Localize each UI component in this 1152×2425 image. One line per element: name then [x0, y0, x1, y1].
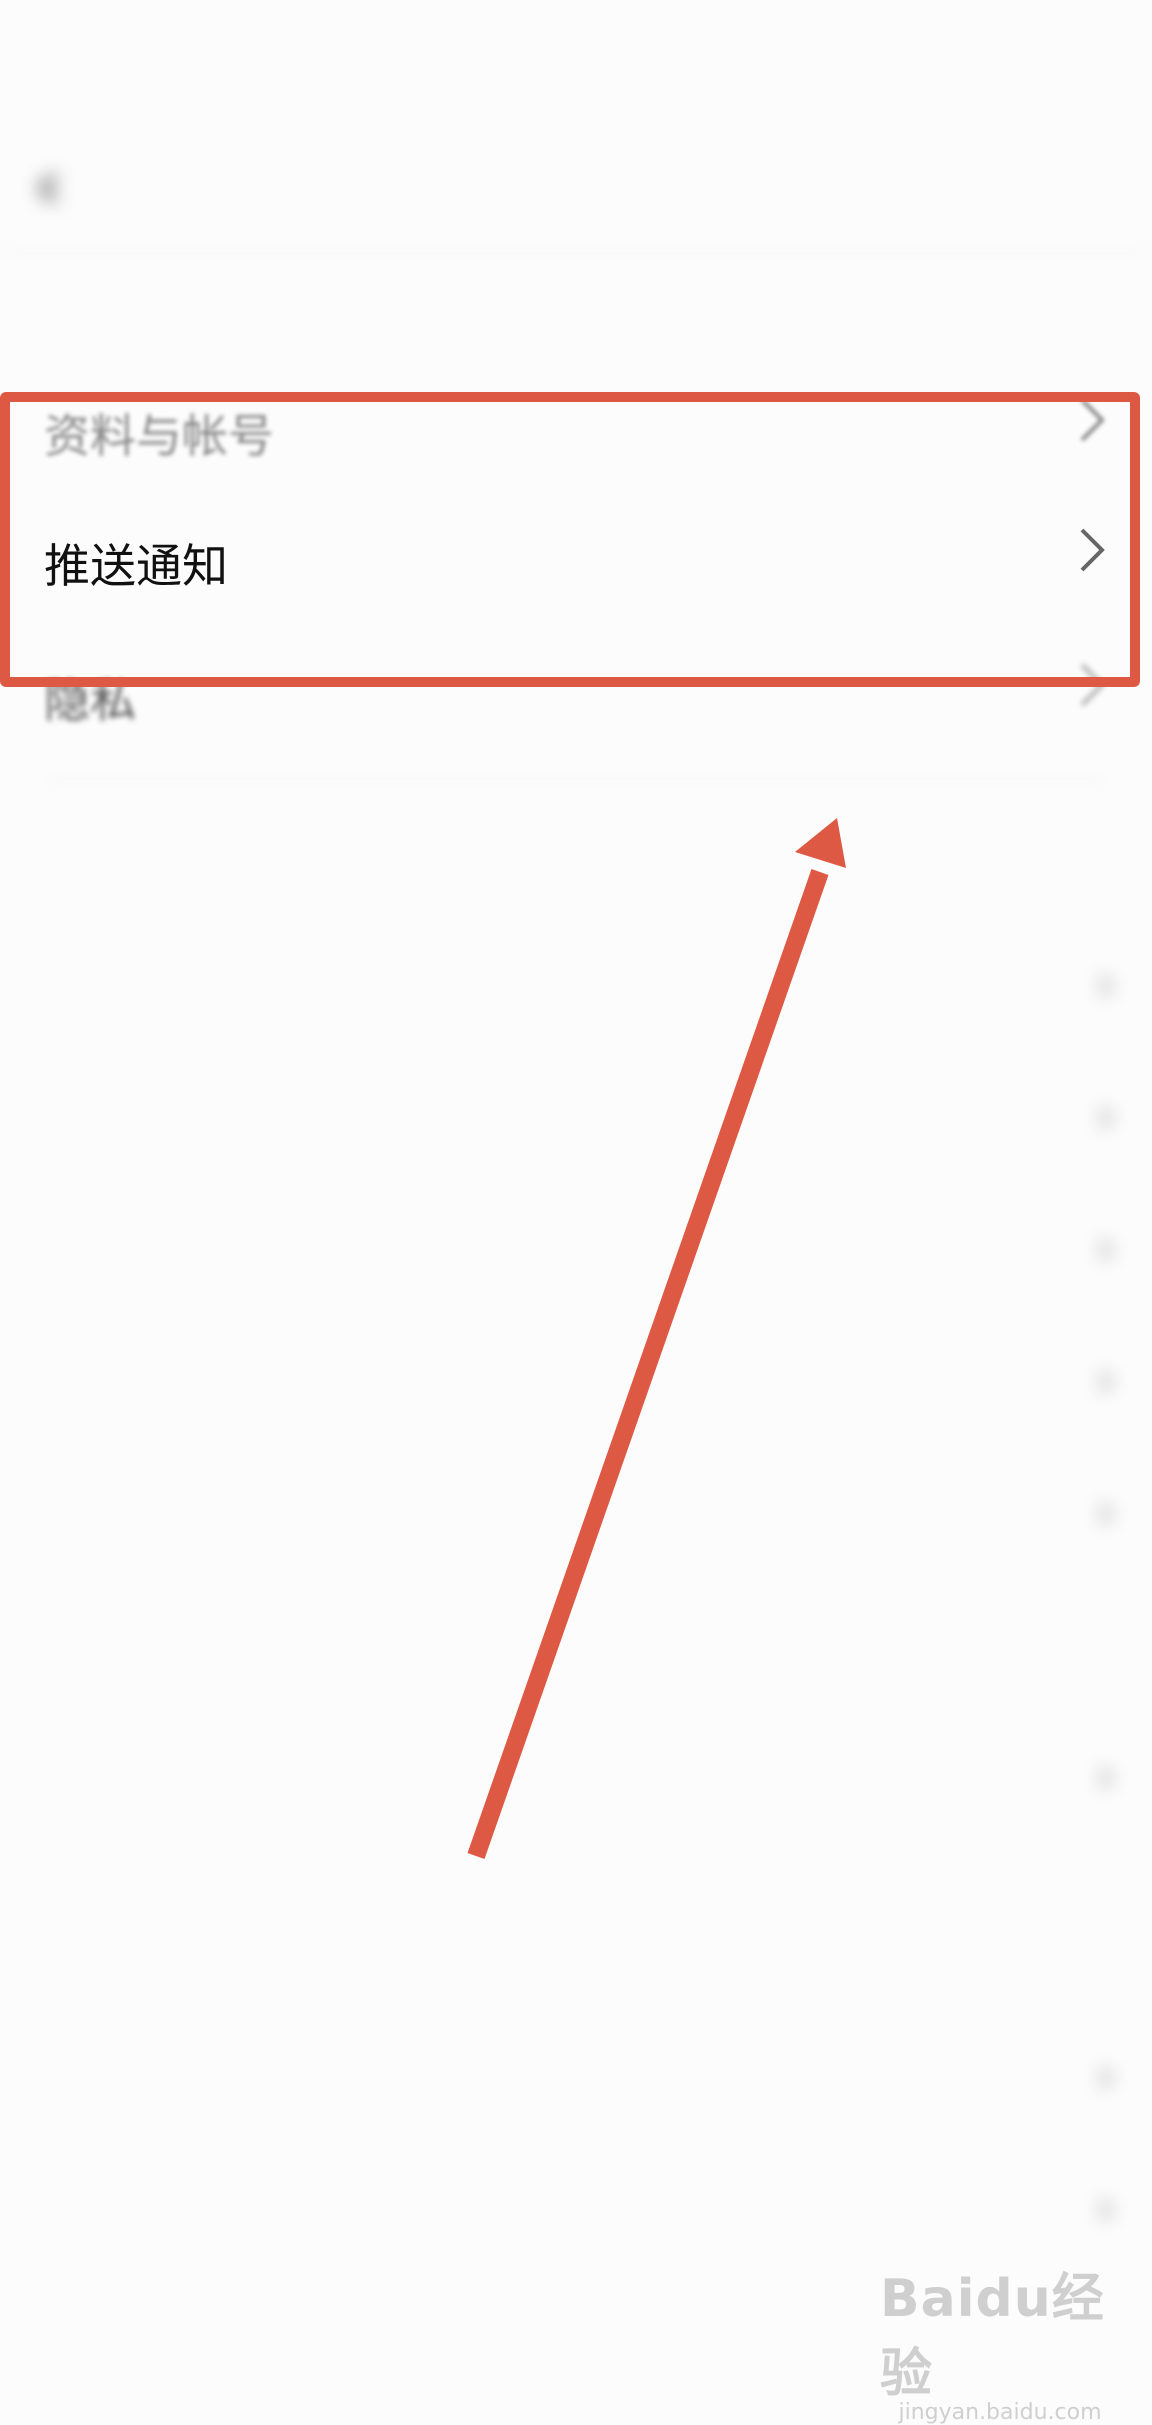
- highlight-box: [0, 392, 1140, 687]
- chevron-right-icon: ›: [1095, 1482, 1116, 1542]
- settings-row[interactable]: ›: [0, 2012, 1152, 2142]
- status-bar: [0, 0, 1152, 130]
- baidu-watermark: Baidu经验 jingyan.baidu.com: [880, 2256, 1120, 2425]
- chevron-left-icon[interactable]: ‹: [34, 150, 62, 220]
- settings-row[interactable]: ›: [0, 1316, 1152, 1446]
- chevron-right-icon: ›: [1095, 1746, 1116, 1806]
- settings-row[interactable]: ›: [0, 1184, 1152, 1314]
- chevron-right-icon: ›: [1095, 1218, 1116, 1278]
- settings-row[interactable]: ›: [0, 1448, 1152, 1578]
- divider: [44, 780, 1108, 782]
- chevron-right-icon: ›: [1095, 1086, 1116, 1146]
- watermark-url: jingyan.baidu.com: [898, 2400, 1102, 2425]
- settings-row[interactable]: ›: [0, 920, 1152, 1050]
- settings-row[interactable]: ›: [0, 1052, 1152, 1182]
- chevron-right-icon: ›: [1095, 954, 1116, 1014]
- top-bar: ‹: [0, 130, 1152, 252]
- settings-row[interactable]: ›: [0, 1712, 1152, 1842]
- watermark-logo: Baidu经验: [880, 2269, 1105, 2404]
- chevron-right-icon: ›: [1095, 2046, 1116, 2106]
- chevron-right-icon: ›: [1095, 2178, 1116, 2238]
- chevron-right-icon: ›: [1095, 1350, 1116, 1410]
- settings-row[interactable]: [0, 1580, 1152, 1710]
- settings-row[interactable]: ›: [0, 2144, 1152, 2274]
